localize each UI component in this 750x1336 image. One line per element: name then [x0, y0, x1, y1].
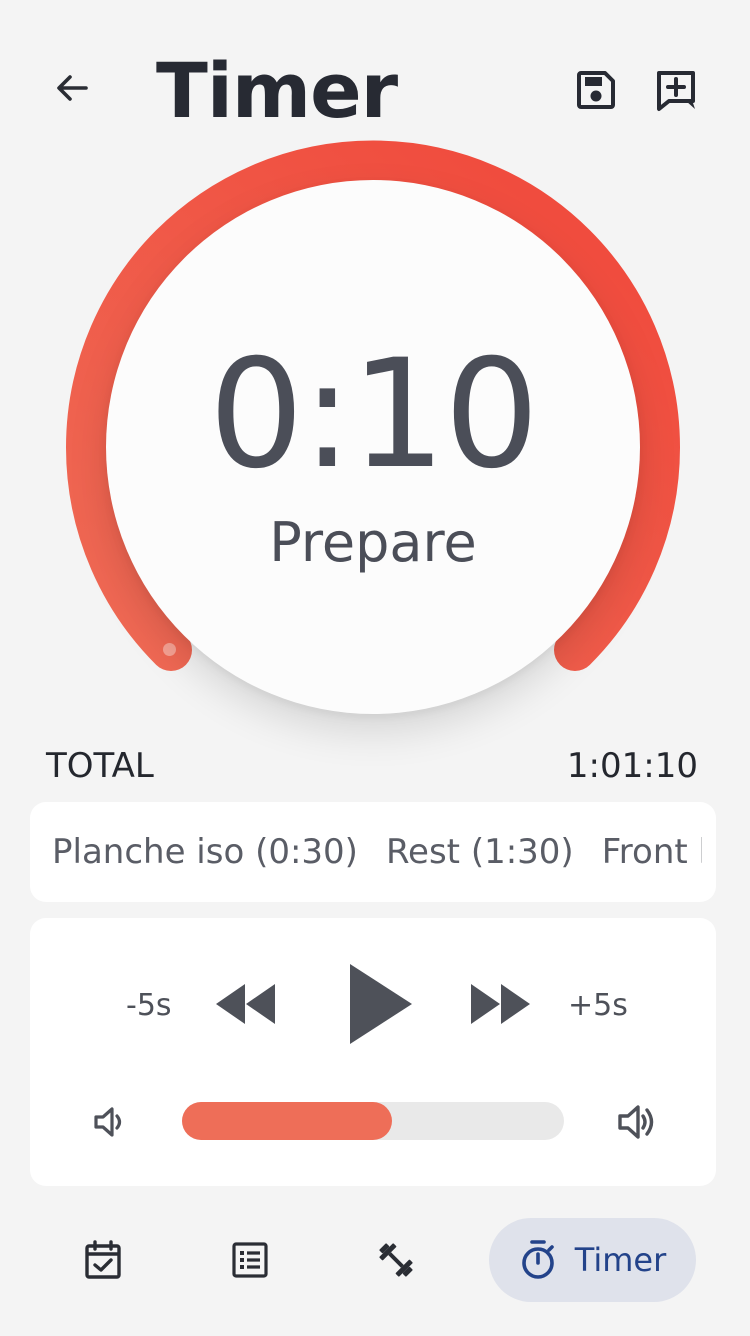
save-icon	[577, 71, 615, 109]
nav-calendar[interactable]	[63, 1224, 143, 1296]
timer-display: 0:10	[208, 328, 540, 502]
nav-list[interactable]	[210, 1224, 290, 1296]
volume-high-icon	[618, 1105, 654, 1139]
total-value: 1:01:10	[566, 746, 698, 786]
add-comment-icon	[657, 71, 695, 111]
arrow-left-icon	[57, 75, 88, 101]
dumbbell-icon	[379, 1243, 413, 1277]
fast-forward-button[interactable]	[466, 978, 536, 1030]
sequence-item[interactable]: Rest (1:30)	[386, 802, 574, 902]
list-icon	[232, 1242, 268, 1278]
nav-workouts[interactable]	[356, 1224, 436, 1296]
save-button[interactable]	[568, 62, 624, 118]
rewind-icon	[216, 984, 275, 1024]
volume-slider-fill	[182, 1102, 393, 1140]
phase-label: Prepare	[269, 511, 477, 574]
sequence-strip[interactable]: Planche iso (0:30) Rest (1:30) Front le	[30, 802, 702, 902]
nav-timer-label: Timer	[574, 1241, 667, 1279]
calendar-check-icon	[85, 1240, 121, 1279]
fast-forward-icon	[471, 984, 530, 1024]
plus-5s-button[interactable]: +5s	[568, 986, 628, 1026]
sequence-item[interactable]: Front le	[602, 802, 702, 902]
minus-5s-button[interactable]: -5s	[126, 986, 172, 1026]
play-icon	[350, 964, 412, 1044]
rewind-button[interactable]	[210, 978, 280, 1030]
sequence-card: Planche iso (0:30) Rest (1:30) Front le	[30, 802, 716, 902]
add-note-button[interactable]	[648, 62, 704, 118]
back-button[interactable]	[44, 60, 100, 116]
volume-up-button[interactable]	[612, 1098, 662, 1146]
volume-low-icon	[94, 1107, 122, 1137]
volume-down-button[interactable]	[88, 1100, 132, 1144]
sequence-item[interactable]: Planche iso (0:30)	[52, 802, 358, 902]
progress-dot	[163, 643, 176, 656]
nav-timer[interactable]: Timer	[489, 1218, 696, 1302]
play-button[interactable]	[340, 958, 420, 1050]
stopwatch-icon	[521, 1240, 554, 1279]
total-label: TOTAL	[46, 746, 154, 786]
volume-slider[interactable]	[182, 1102, 564, 1140]
